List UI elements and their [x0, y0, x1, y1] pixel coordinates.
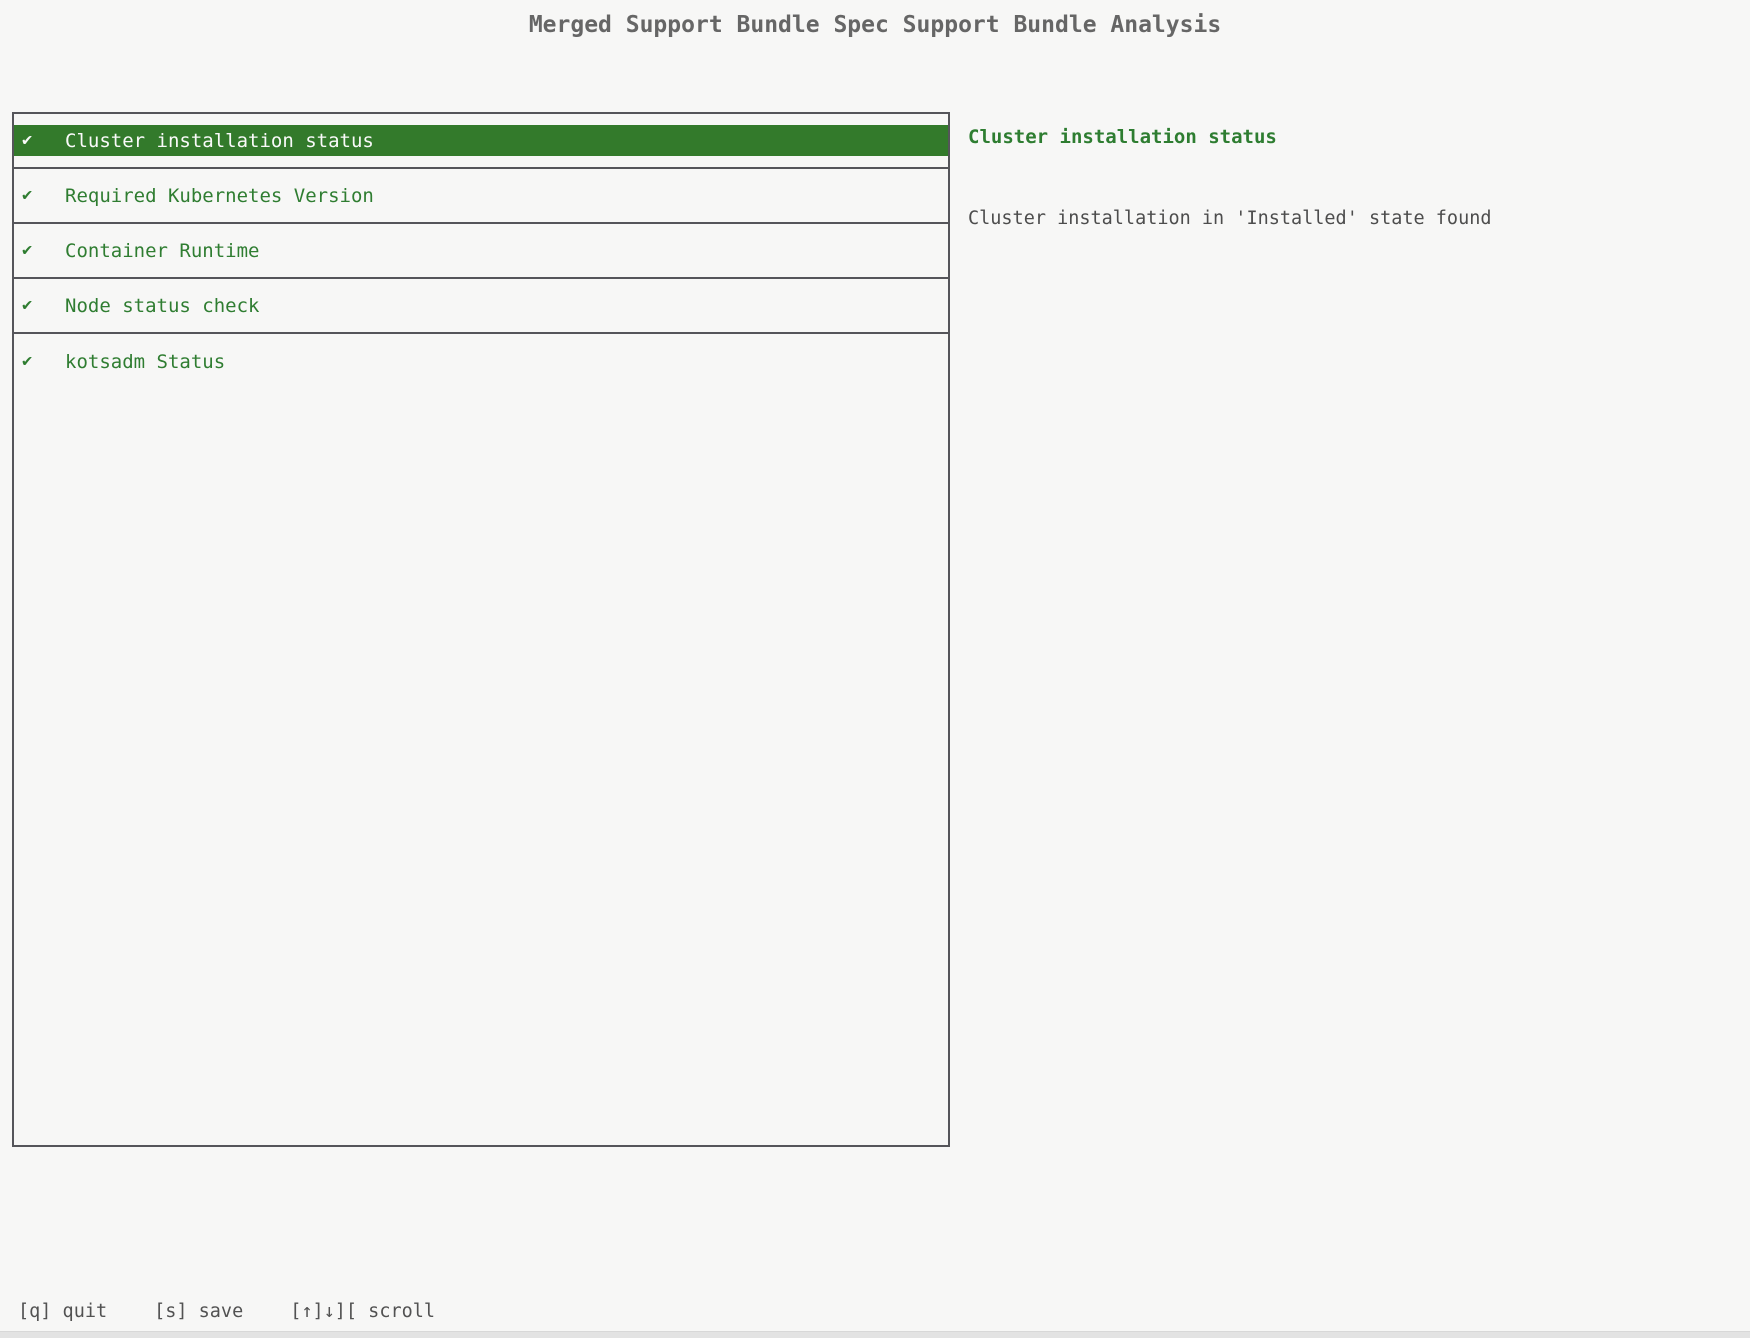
check-icon: ✔: [22, 353, 36, 370]
row-content: ✔ kotsadm Status: [14, 346, 948, 377]
analyzer-list: ✔ Cluster installation status ✔ Required…: [12, 112, 950, 1147]
list-item-kotsadm-status[interactable]: ✔ kotsadm Status: [14, 334, 948, 389]
page-title: Merged Support Bundle Spec Support Bundl…: [0, 12, 1750, 38]
list-item-cluster-installation-status[interactable]: ✔ Cluster installation status: [14, 114, 948, 169]
list-item-label: Cluster installation status: [65, 130, 374, 152]
detail-body-text: Cluster installation in 'Installed' stat…: [968, 208, 1491, 229]
hint-scroll: [↑]↓][ scroll: [290, 1301, 435, 1322]
list-item-node-status-check[interactable]: ✔ Node status check: [14, 279, 948, 334]
hint-quit: [q] quit: [18, 1301, 107, 1322]
row-content: ✔ Required Kubernetes Version: [14, 180, 948, 211]
list-item-required-kubernetes-version[interactable]: ✔ Required Kubernetes Version: [14, 169, 948, 224]
list-item-label: Node status check: [65, 295, 259, 317]
row-content: ✔ Node status check: [14, 290, 948, 321]
hint-save: [s] save: [154, 1301, 243, 1322]
selected-highlight: ✔ Cluster installation status: [14, 125, 948, 156]
check-icon: ✔: [22, 242, 36, 259]
detail-heading: Cluster installation status: [968, 126, 1277, 148]
check-icon: ✔: [22, 297, 36, 314]
list-item-label: Required Kubernetes Version: [65, 185, 374, 207]
row-content: ✔ Container Runtime: [14, 235, 948, 266]
list-item-label: Container Runtime: [65, 240, 259, 262]
check-icon: ✔: [22, 187, 36, 204]
bottom-edge-strip: [0, 1331, 1750, 1338]
list-item-label: kotsadm Status: [65, 351, 225, 373]
footer-keyboard-hints: [q] quit [s] save [↑]↓][ scroll: [18, 1301, 435, 1322]
check-icon: ✔: [22, 132, 36, 149]
analyzer-screen: Merged Support Bundle Spec Support Bundl…: [0, 0, 1750, 1338]
list-item-container-runtime[interactable]: ✔ Container Runtime: [14, 224, 948, 279]
